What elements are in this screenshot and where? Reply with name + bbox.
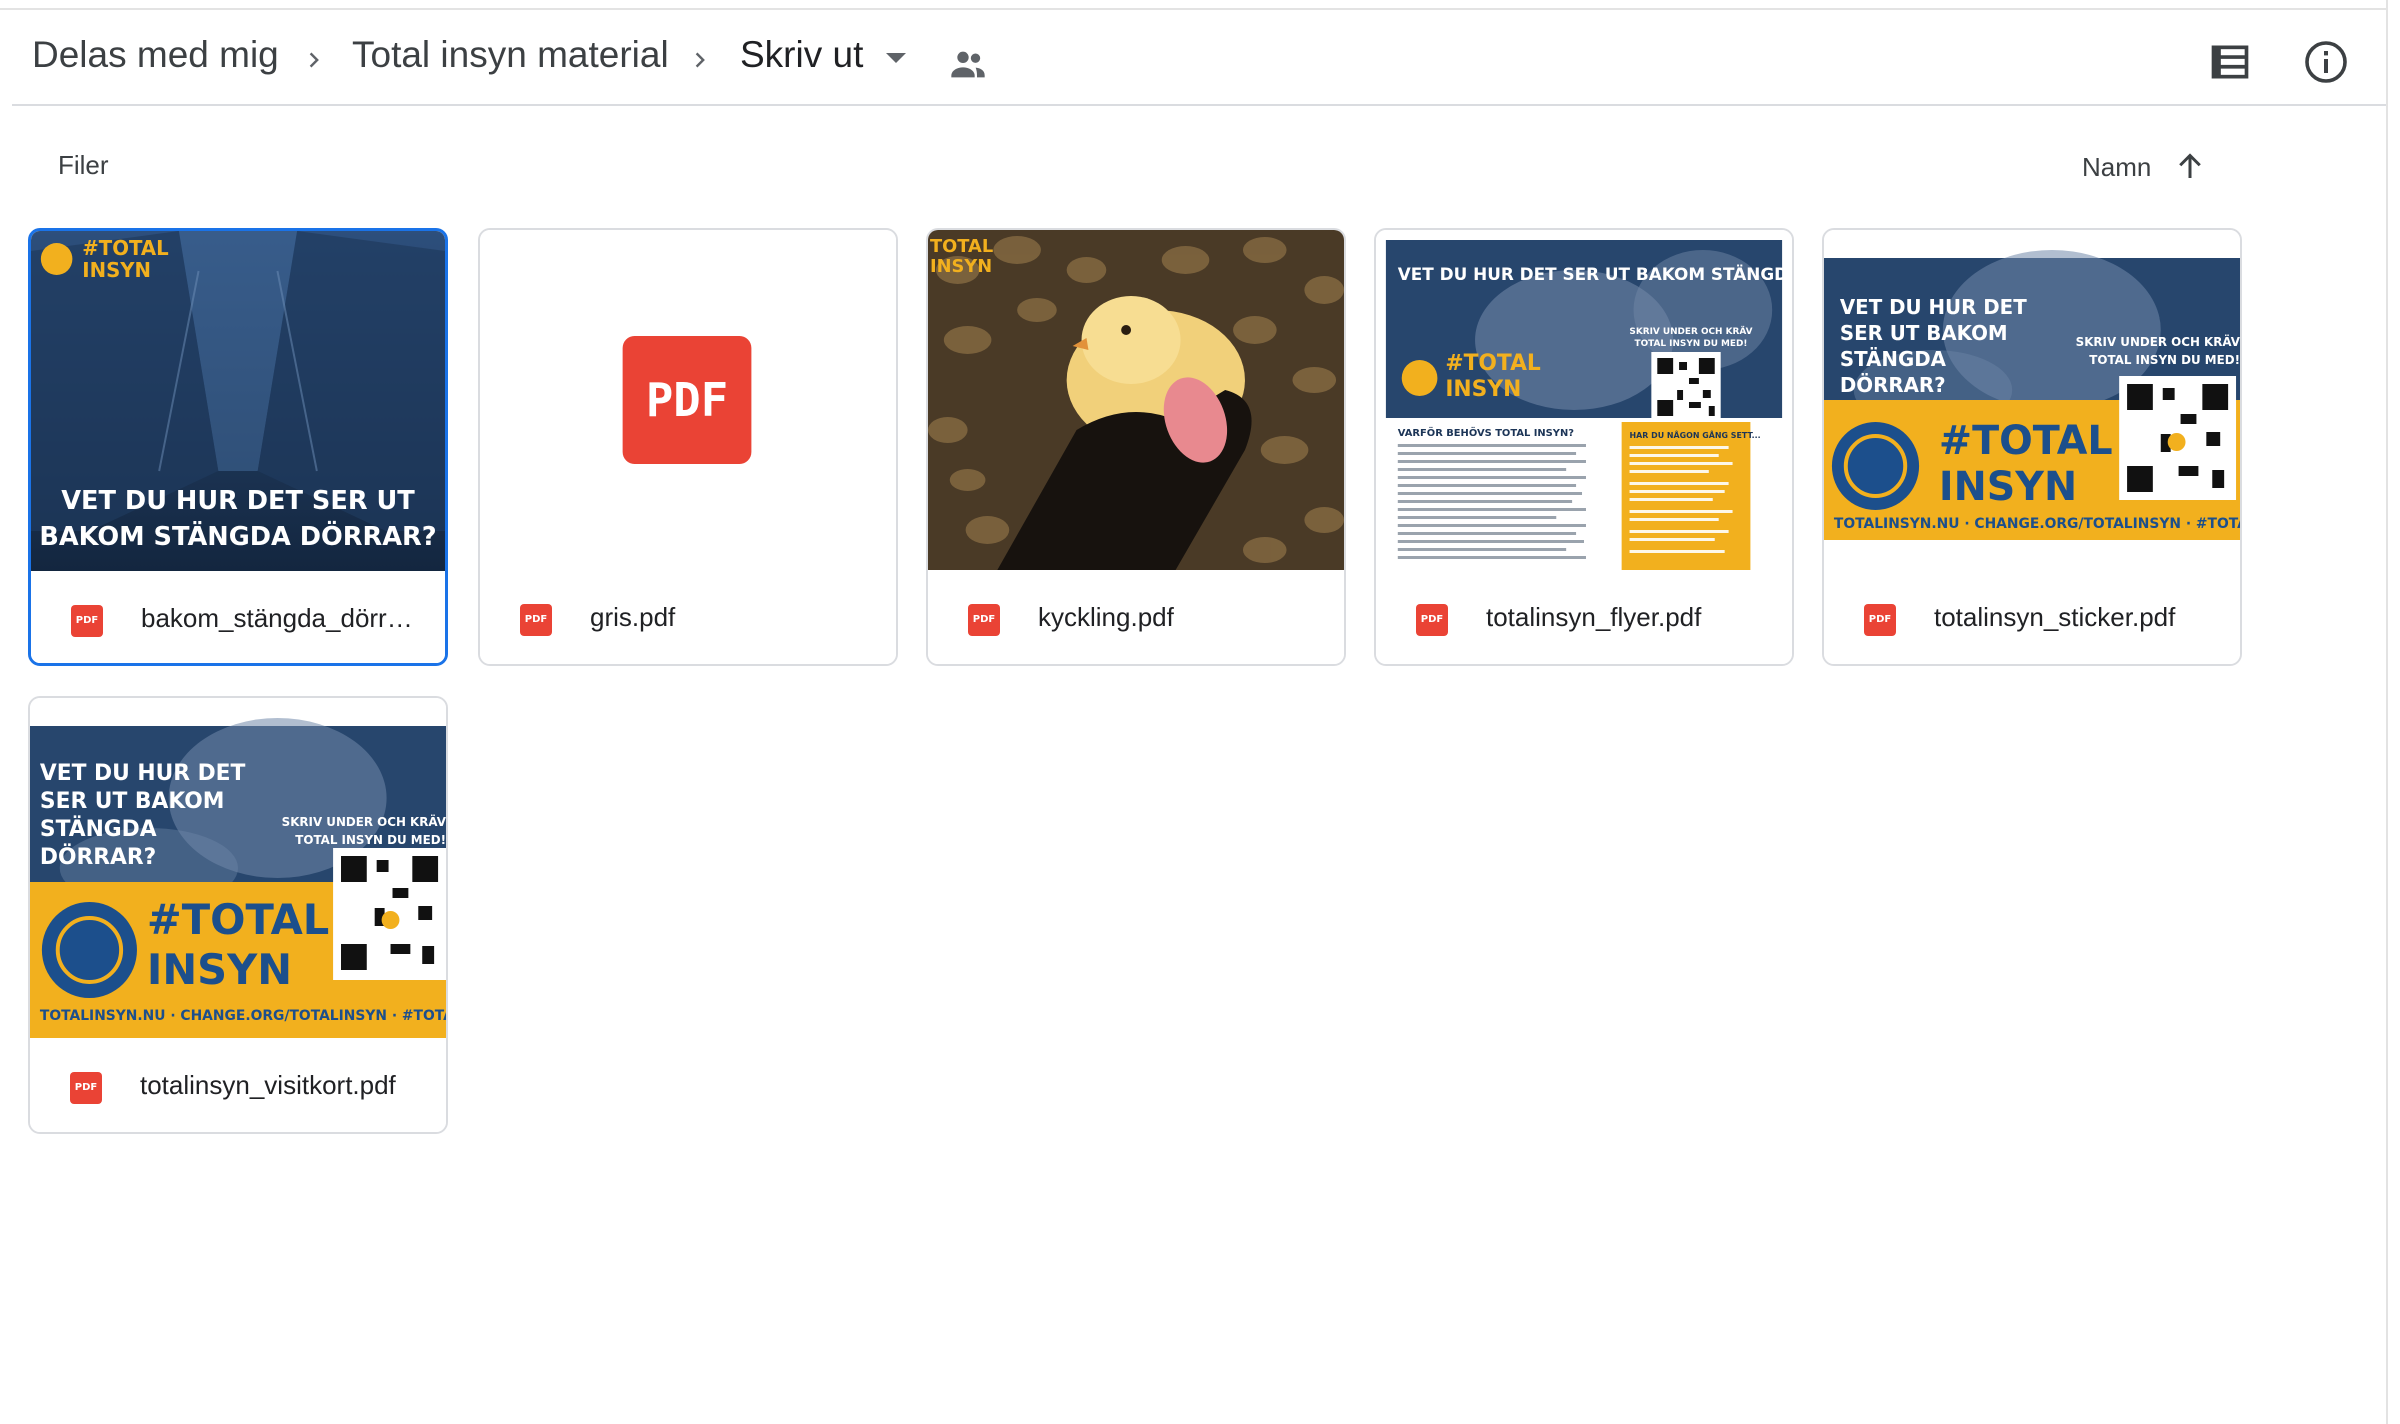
thumbnail-headline: VET DU HUR DET SER UT BAKOM STÄNGDA DÖRR… (1398, 263, 1792, 284)
thumbnail-logo-text: INSYN (82, 259, 151, 282)
header-bar: Delas med mig Total insyn material Skriv… (12, 10, 2386, 106)
file-name: totalinsyn_visitkort.pdf (140, 1070, 396, 1100)
thumbnail-cta: TOTAL INSYN DU MED! (2089, 353, 2240, 367)
pdf-file-icon: PDF (70, 1072, 102, 1104)
thumbnail-headline: SER UT BAKOM (40, 789, 225, 814)
thumbnail-logo-text: INSYN (1939, 464, 2077, 510)
right-scrollbar-edge (2386, 0, 2388, 1424)
thumbnail-logo-text: #TOTAL (1939, 418, 2113, 464)
thumbnail-logo-text: #TOTAL (1445, 351, 1541, 376)
file-thumbnail: VET DU HUR DET SER UT BAKOM STÄNGDA DÖRR… (1376, 230, 1792, 570)
thumbnail-cta: SKRIV UNDER OCH KRÄV (1629, 326, 1752, 337)
list-view-icon[interactable] (2208, 40, 2252, 84)
thumbnail-subhead: VARFÖR BEHÖVS TOTAL INSYN? (1398, 425, 1574, 439)
file-card-totalinsyn-visitkort[interactable]: VET DU HUR DET SER UT BAKOM STÄNGDA DÖRR… (28, 696, 448, 1134)
pdf-file-icon: PDF (968, 604, 1000, 636)
sort-by-name-button[interactable]: Namn (2082, 152, 2151, 183)
card-footer: PDF kyckling.pdf (928, 570, 1344, 664)
chevron-down-icon[interactable] (886, 53, 906, 63)
thumbnail-cta: SKRIV UNDER OCH KRÄV (2076, 334, 2240, 349)
thumbnail-headline: VET DU HUR DET (40, 761, 246, 786)
card-footer: PDF totalinsyn_flyer.pdf (1376, 570, 1792, 664)
section-label-files: Filer (58, 150, 109, 180)
pdf-file-icon: PDF (1864, 604, 1896, 636)
file-card-totalinsyn-sticker[interactable]: VET DU HUR DET SER UT BAKOM STÄNGDA DÖRR… (1822, 228, 2242, 666)
info-icon[interactable] (2302, 38, 2350, 86)
thumbnail-headline: SER UT BAKOM (1840, 322, 2008, 345)
thumbnail-headline: DÖRRAR? (40, 844, 156, 870)
thumbnail-cta: TOTAL INSYN DU MED! (1635, 339, 1748, 349)
thumbnail-headline: VET DU HUR DET SER UT (61, 486, 415, 516)
thumbnail-logo-text: #TOTAL (82, 237, 169, 260)
file-card-kyckling[interactable]: TOTAL INSYN PDF kyckling.pdf (926, 228, 1346, 666)
file-thumbnail: PDF (480, 230, 896, 570)
sort-ascending-arrow-icon[interactable] (2172, 148, 2208, 184)
thumbnail-headline: STÄNGDA (1840, 347, 1947, 371)
card-footer: PDF totalinsyn_sticker.pdf (1824, 570, 2240, 664)
thumbnail-cta: SKRIV UNDER OCH KRÄV (282, 814, 446, 829)
file-card-totalinsyn-flyer[interactable]: VET DU HUR DET SER UT BAKOM STÄNGDA DÖRR… (1374, 228, 1794, 666)
thumbnail-logo-text: #TOTAL (147, 895, 329, 944)
thumbnail-headline: STÄNGDA (40, 816, 157, 842)
thumbnail-headline: BAKOM STÄNGDA DÖRRAR? (39, 519, 436, 552)
breadcrumb-item-current-folder[interactable]: Skriv ut (740, 34, 863, 76)
pdf-large-icon-label: PDF (646, 374, 728, 427)
file-thumbnail: VET DU HUR DET SER UT BAKOM STÄNGDA DÖRR… (1824, 230, 2240, 570)
file-thumbnail: VET DU HUR DET SER UT BAKOM STÄNGDA DÖRR… (30, 698, 446, 1038)
chevron-right-icon (695, 52, 705, 68)
thumbnail-headline: DÖRRAR? (1840, 373, 1946, 397)
thumbnail-cta: TOTAL INSYN DU MED! (295, 833, 446, 847)
pdf-file-icon: PDF (71, 605, 103, 637)
thumbnail-logo-text: INSYN (930, 256, 992, 277)
card-footer: PDF totalinsyn_visitkort.pdf (30, 1038, 446, 1132)
file-card-gris[interactable]: PDF PDF gris.pdf (478, 228, 898, 666)
file-name: totalinsyn_flyer.pdf (1486, 602, 1702, 632)
file-name: gris.pdf (590, 602, 676, 632)
thumbnail-footer: TOTALINSYN.NU · CHANGE.ORG/TOTALINSYN · … (40, 1008, 446, 1024)
pdf-file-icon: PDF (1416, 604, 1448, 636)
thumbnail-footer: TOTALINSYN.NU · CHANGE.ORG/TOTALINSYN · … (1834, 516, 2240, 532)
file-thumbnail: #TOTAL INSYN VET DU HUR DET SER UT BAKOM… (31, 231, 445, 571)
pdf-file-icon: PDF (520, 604, 552, 636)
file-name: bakom_stängda_dörr… (141, 603, 413, 633)
thumbnail-logo-text: INSYN (1445, 377, 1521, 402)
card-footer: PDF gris.pdf (480, 570, 896, 664)
file-name: totalinsyn_sticker.pdf (1934, 602, 2176, 632)
breadcrumb-item-total-insyn-material[interactable]: Total insyn material (352, 34, 669, 76)
thumbnail-logo-text: INSYN (147, 945, 292, 994)
thumbnail-logo-text: TOTAL (930, 236, 993, 257)
thumbnail-headline: VET DU HUR DET (1840, 296, 2027, 319)
chevron-right-icon (309, 52, 319, 68)
file-thumbnail: TOTAL INSYN (928, 230, 1344, 570)
file-card-bakom-stangda-dorrar[interactable]: #TOTAL INSYN VET DU HUR DET SER UT BAKOM… (28, 228, 448, 666)
shared-people-icon[interactable] (948, 44, 988, 84)
file-name: kyckling.pdf (1038, 602, 1174, 632)
thumbnail-side-head: HAR DU NÅGON GÅNG SETT... (1630, 430, 1761, 440)
breadcrumb-item-shared-with-me[interactable]: Delas med mig (32, 34, 279, 76)
card-footer: PDF bakom_stängda_dörr… (31, 571, 445, 663)
